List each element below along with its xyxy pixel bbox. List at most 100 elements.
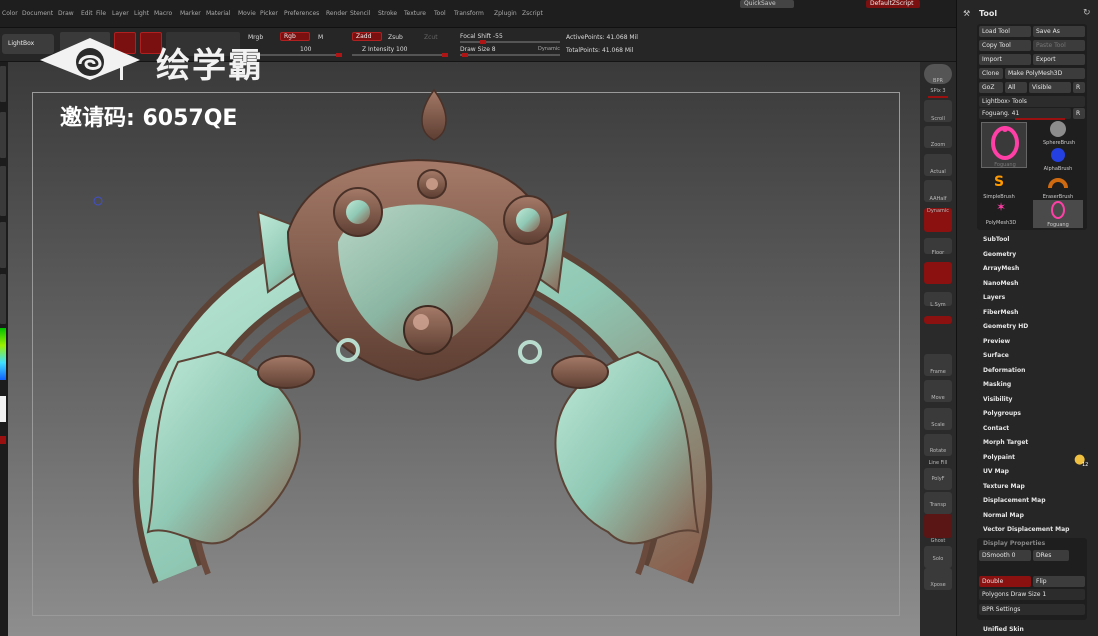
export-button[interactable]: Export (1033, 54, 1085, 65)
section-arraymesh[interactable]: ArrayMesh (983, 265, 1019, 272)
left-shelf-button[interactable] (0, 274, 6, 324)
z-intensity-slider[interactable] (352, 53, 448, 57)
tool-thumb-alphabrush[interactable]: AlphaBrush (1043, 146, 1073, 172)
tool-thumb-polymesh3d[interactable]: ✶ PolyMesh3D (979, 200, 1023, 226)
menu-transform[interactable]: Transform (454, 10, 484, 17)
lightbox-tools-button[interactable]: Lightbox› Tools (979, 96, 1085, 107)
copy-tool-button[interactable]: Copy Tool (979, 40, 1031, 51)
section-visibility[interactable]: Visibility (983, 396, 1012, 403)
zcut-button[interactable]: Zcut (424, 34, 438, 41)
quicksave-button[interactable]: QuickSave (740, 0, 794, 8)
menu-zplugin[interactable]: Zplugin (494, 10, 517, 17)
rgb-button[interactable]: Rgb (280, 32, 310, 41)
section-subtool[interactable]: SubTool (983, 236, 1009, 243)
menu-zscript[interactable]: Zscript (522, 10, 543, 17)
menu-material[interactable]: Material (206, 10, 230, 17)
section-masking[interactable]: Masking (983, 381, 1011, 388)
left-shelf-button[interactable] (0, 222, 6, 268)
tool-thumb-eraserbrush[interactable]: EraserBrush (1041, 174, 1075, 200)
menu-render[interactable]: Render (326, 10, 347, 17)
tool-thumb-simplebrush[interactable]: S SimpleBrush (979, 174, 1019, 200)
section-uv-map[interactable]: UV Map (983, 468, 1009, 475)
polygons-draw-size-slider[interactable]: Polygons Draw Size 1 (979, 589, 1085, 600)
color-picker-strip[interactable] (0, 328, 6, 380)
make-polymesh-button[interactable]: Make PolyMesh3D (1005, 68, 1085, 79)
section-unified-skin[interactable]: Unified Skin (983, 626, 1024, 633)
ghost-button[interactable] (924, 514, 952, 538)
r-button-2[interactable]: R (1073, 108, 1085, 119)
dynamic-button[interactable]: Dynamic (538, 46, 560, 52)
xyz-button[interactable] (924, 316, 952, 324)
menu-movie[interactable]: Movie (238, 10, 256, 17)
main-color-swatch[interactable] (0, 396, 6, 422)
local-button[interactable] (924, 262, 952, 284)
import-button[interactable]: Import (979, 54, 1031, 65)
menu-stencil[interactable]: Stencil (350, 10, 370, 17)
notification-badge[interactable]: ● 12 (1074, 452, 1092, 470)
visible-button[interactable]: Visible (1029, 82, 1071, 93)
slider-knob[interactable] (480, 40, 486, 44)
m-button[interactable]: M (318, 34, 323, 41)
menu-color[interactable]: Color (2, 10, 18, 17)
left-shelf-button[interactable] (0, 166, 6, 216)
section-normal-map[interactable]: Normal Map (983, 512, 1024, 519)
left-shelf-button[interactable] (0, 112, 6, 158)
menu-file[interactable]: File (96, 10, 106, 17)
section-surface[interactable]: Surface (983, 352, 1009, 359)
goz-button[interactable]: GoZ (979, 82, 1003, 93)
section-deformation[interactable]: Deformation (983, 367, 1025, 374)
zsub-button[interactable]: Zsub (388, 34, 403, 41)
r-button[interactable]: R (1073, 82, 1085, 93)
canvas-viewport[interactable] (8, 62, 920, 636)
section-displacement-map[interactable]: Displacement Map (983, 497, 1046, 504)
display-properties-title[interactable]: Display Properties (983, 540, 1045, 547)
slider-knob[interactable] (336, 53, 342, 57)
dres-slider[interactable]: DRes (1033, 550, 1069, 561)
secondary-color-swatch[interactable] (0, 436, 6, 444)
zadd-button[interactable]: Zadd (352, 32, 382, 41)
tool-thumb-foguang-2[interactable]: Foguang (1033, 200, 1083, 228)
section-geometry-hd[interactable]: Geometry HD (983, 323, 1028, 330)
refresh-icon[interactable]: ↻ (1083, 8, 1091, 18)
section-polypaint[interactable]: Polypaint (983, 454, 1015, 461)
slider-knob[interactable] (462, 53, 468, 57)
menu-picker[interactable]: Picker (260, 10, 278, 17)
menu-macro[interactable]: Macro (154, 10, 172, 17)
bpr-settings-button[interactable]: BPR Settings (979, 604, 1085, 615)
default-zscript-button[interactable]: DefaultZScript (866, 0, 920, 8)
section-morph-target[interactable]: Morph Target (983, 439, 1028, 446)
section-contact[interactable]: Contact (983, 425, 1009, 432)
load-tool-button[interactable]: Load Tool (979, 26, 1031, 37)
tool-thumb-foguang[interactable]: Foguang (981, 122, 1027, 168)
menu-tool[interactable]: Tool (434, 10, 446, 17)
menu-marker[interactable]: Marker (180, 10, 201, 17)
slider-knob[interactable] (442, 53, 448, 57)
menu-preferences[interactable]: Preferences (284, 10, 319, 17)
spix-slider[interactable] (928, 96, 948, 98)
section-nanomesh[interactable]: NanoMesh (983, 280, 1018, 287)
menu-draw[interactable]: Draw (58, 10, 74, 17)
left-shelf-button[interactable] (0, 66, 6, 102)
menu-stroke[interactable]: Stroke (378, 10, 397, 17)
draw-size-slider[interactable] (460, 53, 560, 57)
double-button[interactable]: Double (979, 576, 1031, 587)
save-as-button[interactable]: Save As (1033, 26, 1085, 37)
menu-document[interactable]: Document (22, 10, 53, 17)
focal-shift-slider[interactable] (460, 40, 560, 44)
all-button[interactable]: All (1005, 82, 1027, 93)
paste-tool-button[interactable]: Paste Tool (1033, 40, 1085, 51)
menu-edit[interactable]: Edit (81, 10, 93, 17)
tool-thumb-spherebrush[interactable]: SphereBrush (1043, 120, 1075, 146)
section-layers[interactable]: Layers (983, 294, 1005, 301)
clone-button[interactable]: Clone (979, 68, 1003, 79)
section-preview[interactable]: Preview (983, 338, 1010, 345)
section-geometry[interactable]: Geometry (983, 251, 1016, 258)
dsmooth-slider[interactable]: DSmooth 0 (979, 550, 1031, 561)
flip-button[interactable]: Flip (1033, 576, 1085, 587)
section-polygroups[interactable]: Polygroups (983, 410, 1021, 417)
menu-texture[interactable]: Texture (404, 10, 426, 17)
section-vector-displacement-map[interactable]: Vector Displacement Map (983, 526, 1069, 533)
spix-label[interactable]: SPix 3 (920, 88, 956, 94)
ring-model[interactable] (8, 62, 920, 636)
section-texture-map[interactable]: Texture Map (983, 483, 1025, 490)
